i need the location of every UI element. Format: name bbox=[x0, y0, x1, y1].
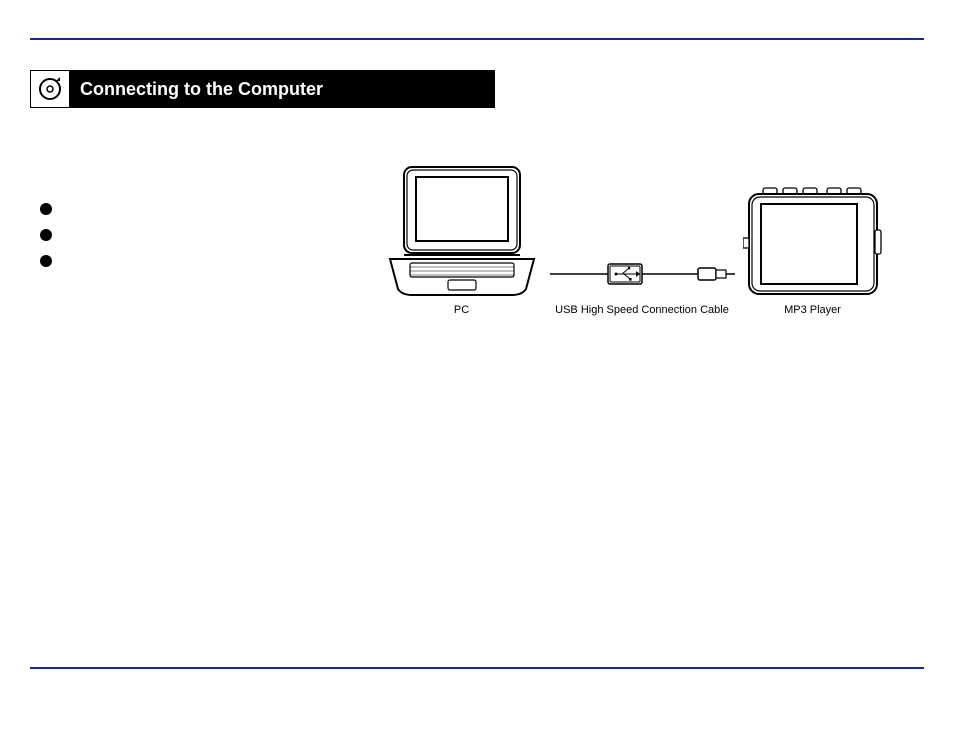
cable-label: USB High Speed Connection Cable bbox=[555, 304, 729, 316]
pc-column: PC bbox=[382, 163, 542, 316]
list-item bbox=[40, 203, 350, 215]
cable-column: USB High Speed Connection Cable bbox=[550, 256, 735, 316]
player-label: MP3 Player bbox=[784, 304, 841, 316]
content-row: PC bbox=[30, 163, 924, 316]
list-item bbox=[40, 255, 350, 267]
connection-diagram: PC bbox=[350, 163, 924, 316]
disc-icon bbox=[30, 70, 70, 108]
bullet-list bbox=[30, 163, 350, 316]
section-title-bar: Connecting to the Computer bbox=[30, 70, 495, 108]
list-item bbox=[40, 229, 350, 241]
pc-label: PC bbox=[454, 304, 469, 316]
section-title: Connecting to the Computer bbox=[70, 70, 495, 108]
section-title-text: Connecting to the Computer bbox=[80, 79, 323, 100]
bullet-dot-icon bbox=[40, 229, 52, 241]
mp3-player-icon bbox=[743, 186, 883, 298]
bullet-dot-icon bbox=[40, 255, 52, 267]
laptop-icon bbox=[382, 163, 542, 298]
usb-cable-icon bbox=[550, 256, 735, 292]
top-horizontal-rule bbox=[30, 38, 924, 40]
bullet-dot-icon bbox=[40, 203, 52, 215]
player-column: MP3 Player bbox=[743, 186, 883, 316]
bottom-horizontal-rule bbox=[30, 667, 924, 669]
